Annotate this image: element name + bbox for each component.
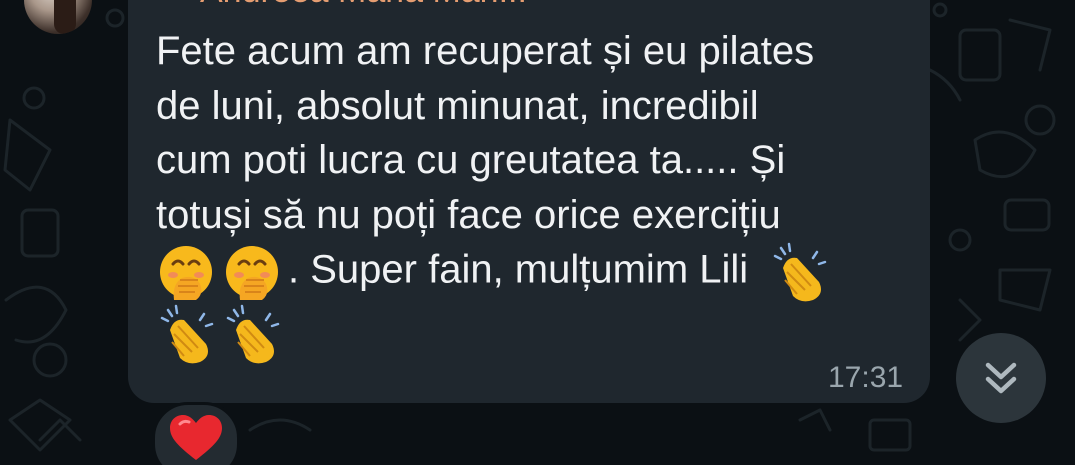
message-line-4: totuși să nu poți face orice exercițiu xyxy=(156,192,781,237)
message-line-6 xyxy=(156,304,916,366)
clapping-hands-icon xyxy=(769,242,829,302)
message-line-3: cum poti lucra cu greutatea ta..... Și xyxy=(156,138,786,182)
message-line-2: de luni, absolut minunat, incredibil xyxy=(156,83,759,128)
face-with-hand-over-mouth-icon xyxy=(156,242,216,302)
message-line-5-text: . Super fain, mulțumim Lili xyxy=(288,247,749,292)
message-time: 17:31 xyxy=(828,361,904,394)
double-chevron-down-icon xyxy=(985,362,1017,394)
sender-name[interactable]: Andreea Maria Mari... xyxy=(200,0,527,11)
message-line-5: . Super fain, mulțumim Lili xyxy=(156,242,916,304)
clapping-hands-icon xyxy=(222,304,282,364)
reaction-badge[interactable] xyxy=(152,402,240,465)
chat-screen: Andreea Maria Mari... Fete acum am recup… xyxy=(0,0,1075,465)
scroll-to-bottom-button[interactable] xyxy=(956,333,1046,423)
message-line-1: Fete acum am recuperat și eu pilates xyxy=(156,29,815,73)
face-with-hand-over-mouth-icon xyxy=(222,242,282,302)
message-text: Fete acum am recuperat și eu pilates de … xyxy=(156,24,916,366)
red-heart-icon xyxy=(170,415,222,460)
clapping-hands-icon xyxy=(156,304,216,364)
